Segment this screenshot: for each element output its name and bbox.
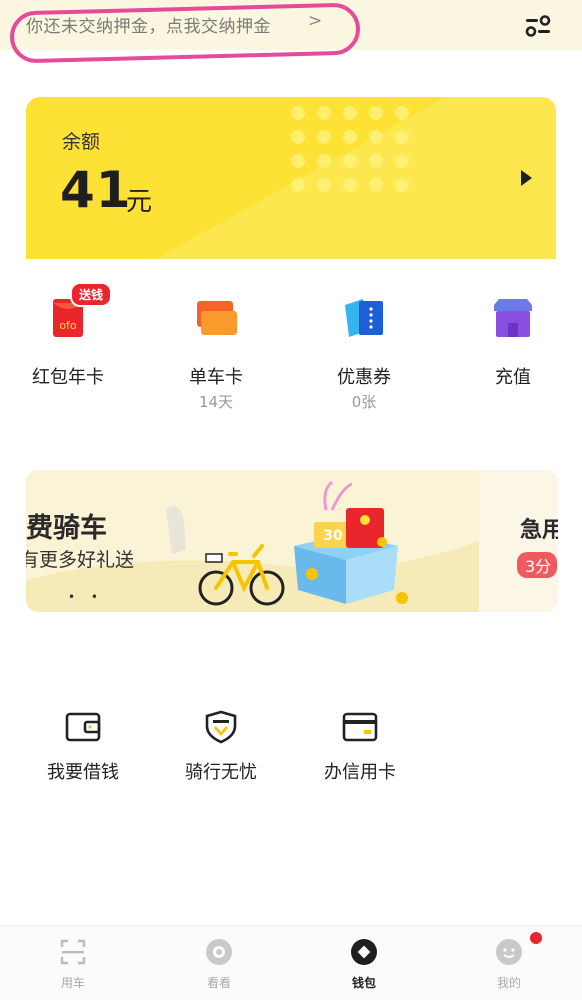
settings-sliders-icon[interactable] <box>524 14 552 38</box>
quick-item-coupon[interactable]: 优惠券 0张 <box>309 295 419 412</box>
quick-item-recharge[interactable]: 充值 <box>458 295 568 389</box>
quick-item-bike-card[interactable]: 单车卡 14天 <box>161 295 271 412</box>
balance-label: 余额 <box>62 131 101 153</box>
credit-card-icon <box>342 712 378 742</box>
notification-dot <box>530 932 542 944</box>
promo-banner-next[interactable]: 急用 3分 <box>479 470 558 612</box>
tab-wallet[interactable]: 钱包 <box>324 938 404 991</box>
quick-item-label: 红包年卡 <box>32 367 104 388</box>
gift-badge: 送钱 <box>70 282 113 307</box>
eye-icon <box>206 939 232 965</box>
coupon-icon <box>345 299 383 337</box>
tab-label: 看看 <box>206 976 231 990</box>
banner-title: 费骑车 <box>26 513 107 544</box>
service-borrow-money[interactable]: 我要借钱 <box>28 710 138 784</box>
quick-item-sub: 14天 <box>198 393 234 411</box>
tab-label: 我的 <box>496 976 521 990</box>
profile-face-icon <box>496 939 522 965</box>
balance-amount: 41 <box>60 161 132 219</box>
recharge-store-icon <box>494 299 532 337</box>
quick-item-red-envelope-card[interactable]: ofo 红包年卡 <box>13 295 123 389</box>
tab-ride[interactable]: 用车 <box>33 938 113 991</box>
quick-item-label: 充值 <box>495 367 531 388</box>
decorative-dots <box>291 106 409 192</box>
balance-card[interactable]: 余额 41 元 <box>26 97 556 259</box>
banner-next-badge: 3分 <box>517 552 558 578</box>
wallet-tab-icon <box>351 939 377 965</box>
balance-unit: 元 <box>126 187 153 217</box>
banner-subtitle: 有更多好礼送 <box>26 549 135 571</box>
banner-page-indicator: • • <box>68 590 104 604</box>
tab-label: 钱包 <box>351 976 376 990</box>
tab-me[interactable]: 我的 <box>469 938 549 991</box>
scan-icon <box>60 939 86 965</box>
tab-label: 用车 <box>60 976 85 990</box>
banner-coupon-value: 30 <box>323 528 343 544</box>
shield-icon <box>205 710 237 744</box>
quick-item-sub: 0张 <box>351 393 377 411</box>
banner-next-title: 急用 <box>520 518 558 543</box>
chevron-right-icon: > <box>308 11 323 31</box>
deposit-notice-bar[interactable]: 你还未交纳押金，点我交纳押金 > <box>0 0 582 64</box>
service-label: 办信用卡 <box>324 762 396 783</box>
quick-item-label: 优惠券 <box>337 367 391 388</box>
bottom-tab-bar: 用车 看看 钱包 我的 <box>0 925 582 1000</box>
wallet-icon <box>65 712 101 742</box>
promo-banner[interactable]: 30 费骑车 有更多好礼送 • • <box>26 470 482 612</box>
service-ride-insurance[interactable]: 骑行无忧 <box>166 710 276 784</box>
deposit-notice-text[interactable]: 你还未交纳押金，点我交纳押金 <box>26 12 271 37</box>
triangle-right-icon[interactable] <box>519 169 533 187</box>
svg-text:ofo: ofo <box>59 319 77 332</box>
service-credit-card[interactable]: 办信用卡 <box>305 710 415 784</box>
tab-discover[interactable]: 看看 <box>179 938 259 991</box>
quick-item-label: 单车卡 <box>189 367 243 388</box>
service-label: 骑行无忧 <box>185 762 257 783</box>
service-label: 我要借钱 <box>47 762 119 783</box>
bike-card-icon <box>197 301 237 335</box>
